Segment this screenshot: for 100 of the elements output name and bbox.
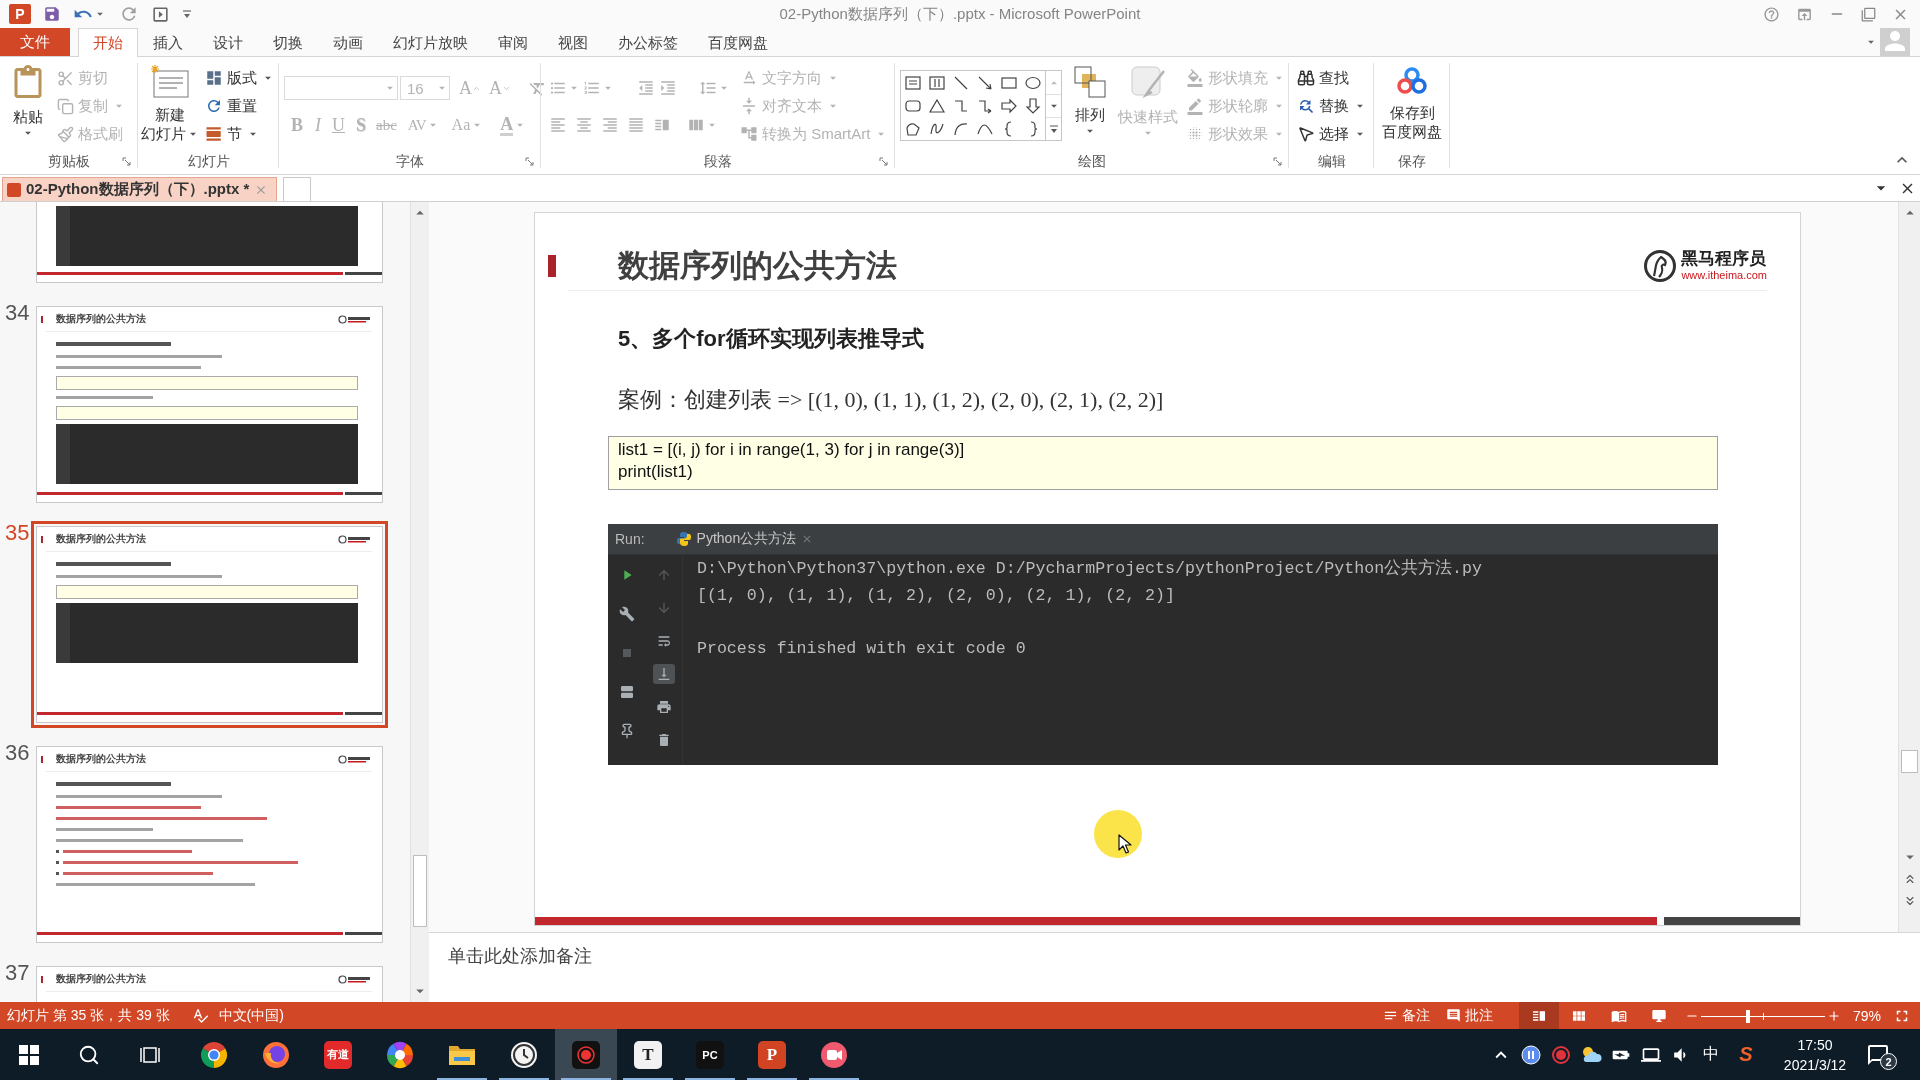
save-icon[interactable] [43,5,61,23]
ribbon-tab[interactable]: 开始 [78,28,138,57]
ribbon-tab[interactable]: 办公标签 [603,28,693,57]
block-arrow-right-icon[interactable] [1000,96,1018,115]
footer-bar [345,492,382,495]
scrollbar-thumb[interactable] [1901,750,1918,773]
document-tab[interactable]: 02-Python数据序列（下）.pptx * [2,177,278,201]
sun-cloud-icon[interactable] [1580,1044,1602,1065]
pause-icon[interactable] [1521,1044,1541,1065]
ribbon-tab[interactable]: 设计 [198,28,258,57]
ribbon-tab[interactable]: 视图 [543,28,603,57]
comments-button[interactable]: 批注 [1437,1002,1501,1029]
help-icon[interactable] [1763,5,1780,23]
section-button[interactable]: 节 [202,120,278,148]
app-logo: S [1739,1043,1753,1066]
scissors-icon [57,69,74,87]
snake-icon [675,531,692,547]
line-caret-icon[interactable] [182,8,192,20]
view-button[interactable] [1518,1002,1559,1029]
save-to-cloud-button[interactable]: 保存到 百度网盘 [1376,57,1448,147]
copy-icon [57,97,74,115]
notes-prompt[interactable]: 单击此处添加备注 [448,946,592,966]
speech-bubble-icon [1445,1008,1461,1023]
slide-sparkle-icon [150,65,190,99]
taskbar-clock[interactable]: 17:50 2021/3/12 [1774,1029,1856,1080]
notifications-button[interactable]: 2 [1856,1029,1900,1080]
clock-icon [510,1040,538,1069]
zoom-slider[interactable] [1700,1008,1825,1023]
ribbon-tab[interactable]: 审阅 [483,28,543,57]
ribbon-tab[interactable]: 动画 [318,28,378,57]
paintbrush-icon [57,125,74,143]
launcher-icon[interactable] [122,157,132,167]
logo-icon [338,754,372,764]
app-logo: P [9,4,31,24]
ribbon-tab[interactable]: 文件 [0,28,70,56]
input-method-button[interactable]: S [1728,1029,1764,1080]
zoom-percentage[interactable]: 79% [1852,1007,1881,1024]
ribbon-tab[interactable]: 百度网盘 [693,28,783,57]
slide-number: 35 [4,522,31,544]
new-slide-button[interactable]: 新建 幻灯片 [138,57,202,147]
scrollbar-thumb[interactable] [413,855,427,927]
pinwheel-icon [386,1040,414,1069]
launcher-icon[interactable] [1273,157,1283,167]
monitor-icon [1650,1007,1667,1024]
reset-button[interactable]: 重置 [202,92,278,120]
layout-button[interactable]: 版式 [202,64,278,92]
footer-bar [345,712,382,715]
taskbar-button[interactable]: P [741,1029,803,1080]
ribbon-tab[interactable]: 幻灯片放映 [378,28,483,57]
taskbar-button[interactable]: 有道 [307,1029,369,1080]
app-logo: 有道 [324,1040,352,1069]
flame-globe-icon [262,1040,290,1069]
document-icon [7,182,21,197]
launcher-icon[interactable] [525,157,535,167]
task-view-icon [138,1044,161,1065]
plus-icon[interactable] [1826,1008,1841,1023]
overlapping-squares-icon [1073,65,1107,99]
slide-thumbnail[interactable]: 数据序列的公共方法 [31,521,388,728]
logo-icon [338,534,372,544]
run-tab[interactable]: Python公共方法 [669,524,820,554]
select-button[interactable]: 选择 [1294,120,1370,148]
group-label: 剪贴板 [48,153,90,171]
taskbar-button[interactable]: T [617,1029,679,1080]
thumbnail-title: 数据序列的公共方法 [56,972,146,986]
record-icon [572,1040,600,1069]
slide-title: 数据序列的公共方法 [618,246,897,285]
footer-bar [345,932,382,935]
paste-button[interactable]: 粘贴 [4,57,52,147]
taskbar-button[interactable]: PC [679,1029,741,1080]
restore-icon[interactable] [1861,6,1876,22]
title-marker [41,975,43,983]
group-label: 编辑 [1317,153,1346,171]
slide-number: 34 [4,302,31,324]
launcher-icon[interactable] [879,157,889,167]
record-icon[interactable] [1551,1044,1571,1065]
slider-thumb[interactable] [1746,1009,1751,1023]
find-button[interactable]: 查找 [1294,64,1370,92]
slideshow-icon[interactable] [151,4,170,24]
thumbnail-title: 数据序列的公共方法 [56,312,146,326]
text-box-icon[interactable] [904,73,922,92]
ribbon-tab[interactable]: 切换 [258,28,318,57]
taskbar-button[interactable] [555,1029,617,1080]
spellcheck-icon[interactable] [191,1007,209,1024]
paint-bucket-icon [1186,69,1204,87]
input-mode-indicator[interactable]: 中 [1694,1029,1728,1080]
block-arrow-down-icon[interactable] [1024,96,1042,115]
console-line: Process finished with exit code 0 [697,637,1026,660]
stacked-bars-icon [205,125,223,143]
slide-number: 36 [4,742,31,764]
section-heading: 5、多个for循环实现列表推导式 [618,326,924,352]
group-label: 保存 [1398,153,1426,171]
arrange-button[interactable]: 排列 [1065,57,1115,147]
mouse-pointer-icon [1118,834,1132,854]
notes-button[interactable]: 备注 [1374,1002,1438,1029]
more-arrow-icon[interactable] [1048,124,1059,134]
language-indicator[interactable]: 中文(中国) [218,1006,284,1025]
circular-arrow-icon[interactable] [119,4,139,24]
replace-button[interactable]: 替换 [1294,92,1370,120]
tiles-icon [205,69,223,87]
ribbon-tab[interactable]: 插入 [138,28,198,57]
